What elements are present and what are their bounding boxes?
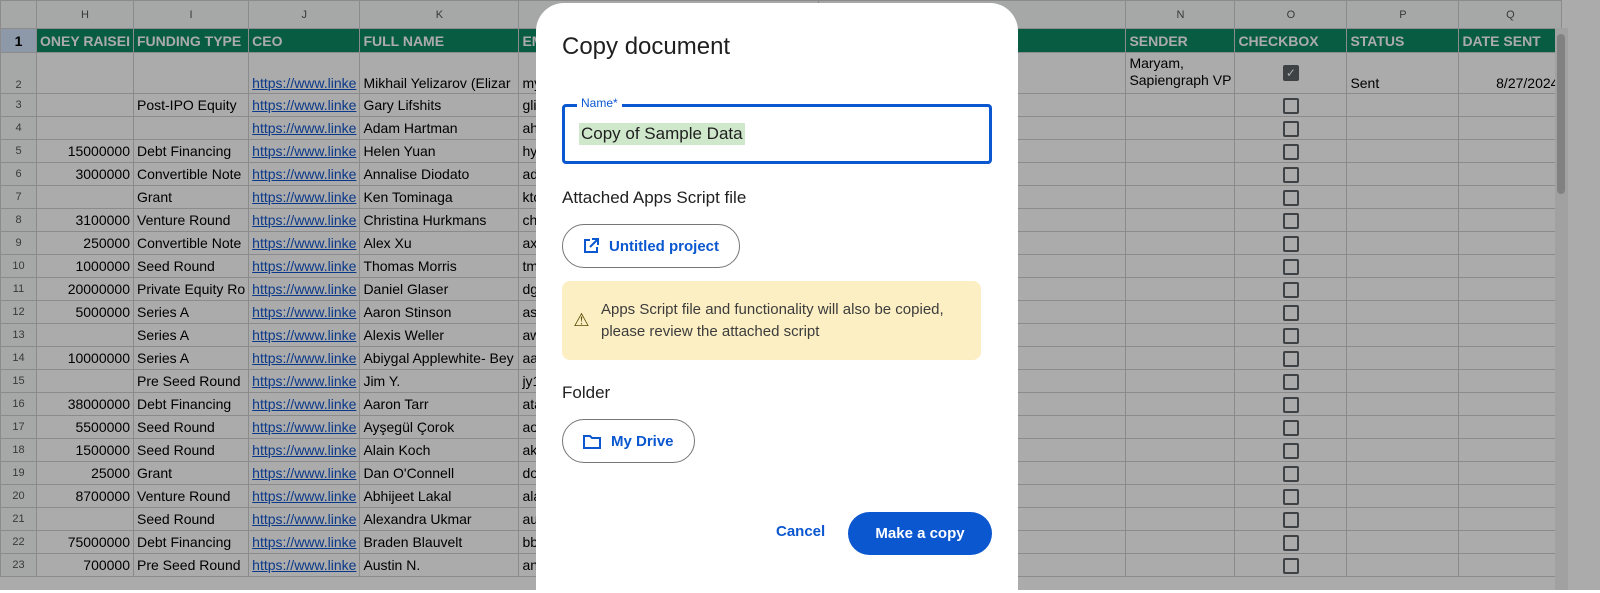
my-drive-label: My Drive: [611, 432, 674, 450]
untitled-project-label: Untitled project: [609, 237, 720, 255]
dialog-title: Copy document: [562, 33, 731, 60]
open-in-new-icon: [584, 238, 599, 253]
copy-document-dialog: Copy document Name* Copy of Sample Data …: [536, 3, 1018, 593]
warning-banner: ⚠ Apps Script file and functionality wil…: [562, 281, 981, 360]
my-drive-folder-button[interactable]: My Drive: [562, 419, 695, 463]
make-a-copy-button[interactable]: Make a copy: [848, 512, 992, 555]
warning-icon: ⚠: [573, 310, 590, 330]
apps-script-heading: Attached Apps Script file: [562, 188, 747, 207]
warning-text: Apps Script file and functionality will …: [600, 300, 944, 340]
name-field-label: Name*: [577, 96, 622, 110]
name-field-value[interactable]: Copy of Sample Data: [579, 123, 745, 145]
folder-icon: [583, 434, 601, 449]
folder-heading: Folder: [562, 383, 611, 402]
untitled-project-button[interactable]: Untitled project: [562, 224, 741, 268]
cancel-button[interactable]: Cancel: [776, 523, 825, 540]
name-field[interactable]: Name* Copy of Sample Data: [562, 96, 992, 164]
